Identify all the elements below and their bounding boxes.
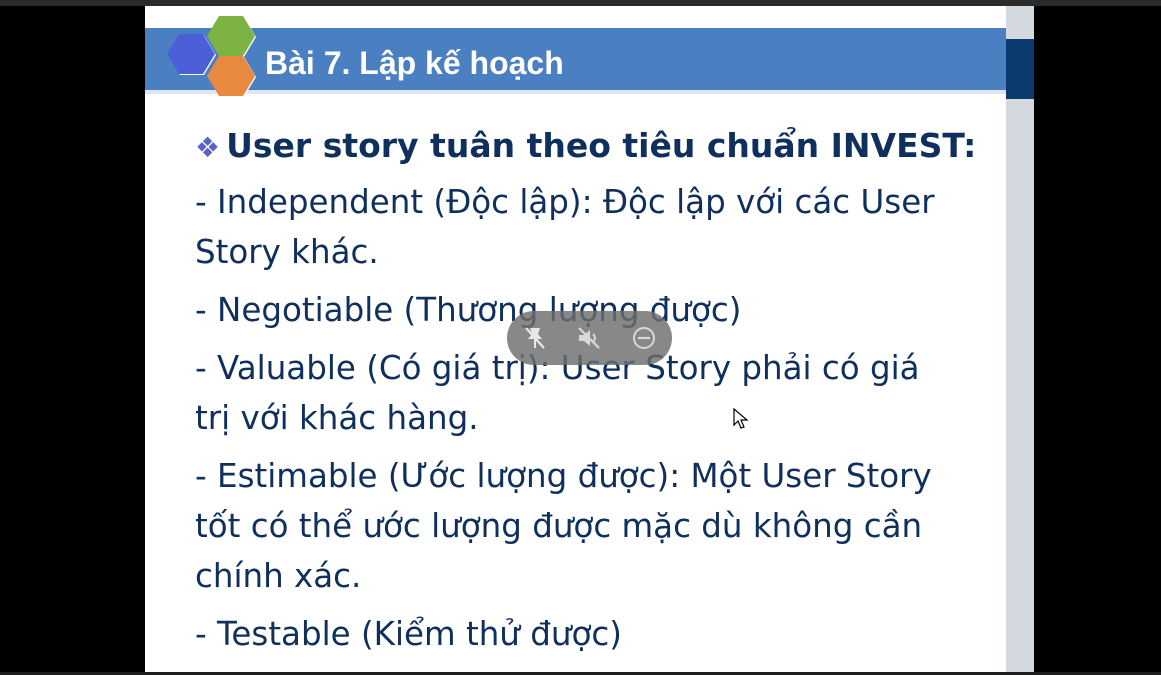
mouse-pointer-icon [733,408,749,429]
speaker-mute-icon [578,327,600,349]
slide-header-shadow [145,90,1006,94]
slide-side-rail [1006,6,1034,672]
slide-heading-text: User story tuân theo tiêu chuẩn INVEST: [226,126,977,165]
slide-body: ❖ User story tuân theo tiêu chuẩn INVEST:… [195,121,1006,667]
floating-control-bar [507,311,672,365]
list-item-line: - Estimable (Ước lượng được): Một User S… [195,457,932,495]
list-item-line: tốt có thể ước lượng được mặc dù không c… [195,507,923,545]
list-item: - Testable (Kiểm thử được) [195,609,1006,659]
list-item: - Estimable (Ước lượng được): Một User S… [195,451,1006,601]
mute-button[interactable] [575,324,603,352]
pin-off-icon [525,327,545,349]
list-item: - Independent (Độc lập): Độc lập với các… [195,177,1006,277]
hexagon-logo-icon [167,16,256,97]
list-item-line: chính xác. [195,557,362,595]
list-item-line: Story khác. [195,233,379,271]
presentation-viewer: Bài 7. Lập kế hoạch ❖ User story tuân the… [0,0,1161,675]
slide-title: Bài 7. Lập kế hoạch [265,45,564,81]
unpin-button[interactable] [521,324,549,352]
slide-side-rail-mark [1006,39,1034,99]
diamond-bullet-icon: ❖ [195,131,221,164]
minus-circle-icon [633,327,655,349]
slide-heading: ❖ User story tuân theo tiêu chuẩn INVEST: [195,121,1006,173]
minimize-button[interactable] [630,324,658,352]
list-item-line: - Testable (Kiểm thử được) [195,615,622,653]
list-item-line: - Independent (Độc lập): Độc lập với các… [195,183,935,221]
list-item-line: trị với khác hàng. [195,399,479,437]
